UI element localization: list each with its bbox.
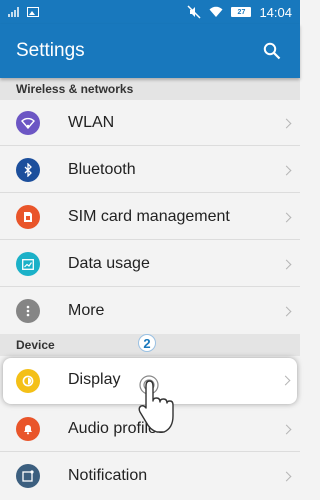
settings-item-data-usage[interactable]: Data usage (0, 241, 300, 287)
divider (0, 286, 300, 287)
search-icon (263, 42, 281, 60)
settings-item-label: Bluetooth (68, 161, 136, 178)
more-icon (16, 299, 40, 323)
chevron-right-icon (281, 165, 292, 175)
settings-item-sim-card[interactable]: SIM card management (0, 194, 300, 240)
tutorial-step-badge: 2 (138, 334, 156, 352)
section-header-wireless: Wireless & networks (0, 78, 300, 100)
settings-item-label: Data usage (68, 255, 150, 272)
divider (0, 192, 300, 193)
sim-card-icon (16, 205, 40, 229)
page-title: Settings (16, 40, 85, 61)
chevron-right-icon (281, 306, 292, 316)
chevron-right-icon (281, 212, 292, 222)
divider (0, 145, 300, 146)
settings-item-label: WLAN (68, 114, 115, 131)
settings-item-more[interactable]: More (0, 288, 300, 334)
picture-icon (27, 7, 39, 17)
settings-item-label: Display (68, 371, 121, 388)
app-bar: Settings (0, 24, 300, 78)
settings-item-label: Notification (68, 467, 148, 484)
chevron-right-icon (281, 424, 292, 434)
bell-icon (16, 417, 40, 441)
settings-item-label: SIM card management (68, 208, 230, 225)
divider (0, 239, 300, 240)
notification-icon (16, 464, 40, 488)
wifi-icon (209, 6, 223, 17)
display-brightness-icon (16, 369, 40, 393)
tap-hand-icon (138, 375, 174, 433)
search-button[interactable] (260, 39, 284, 63)
chevron-right-icon (280, 375, 291, 386)
battery-icon: 27 (231, 7, 252, 17)
status-bar: 27 14:04 (0, 0, 300, 24)
chevron-right-icon (281, 118, 292, 128)
settings-item-label: More (68, 302, 105, 319)
mute-icon (187, 5, 201, 19)
clock-time: 14:04 (259, 4, 292, 20)
chevron-right-icon (281, 471, 292, 481)
wifi-icon (16, 111, 40, 135)
settings-item-bluetooth[interactable]: Bluetooth (0, 147, 300, 193)
settings-item-wlan[interactable]: WLAN (0, 100, 300, 146)
settings-item-notification[interactable]: Notification (0, 453, 300, 499)
divider (0, 451, 300, 452)
chevron-right-icon (281, 259, 292, 269)
data-usage-icon (16, 252, 40, 276)
bluetooth-icon (16, 158, 40, 182)
signal-icon (8, 7, 19, 17)
